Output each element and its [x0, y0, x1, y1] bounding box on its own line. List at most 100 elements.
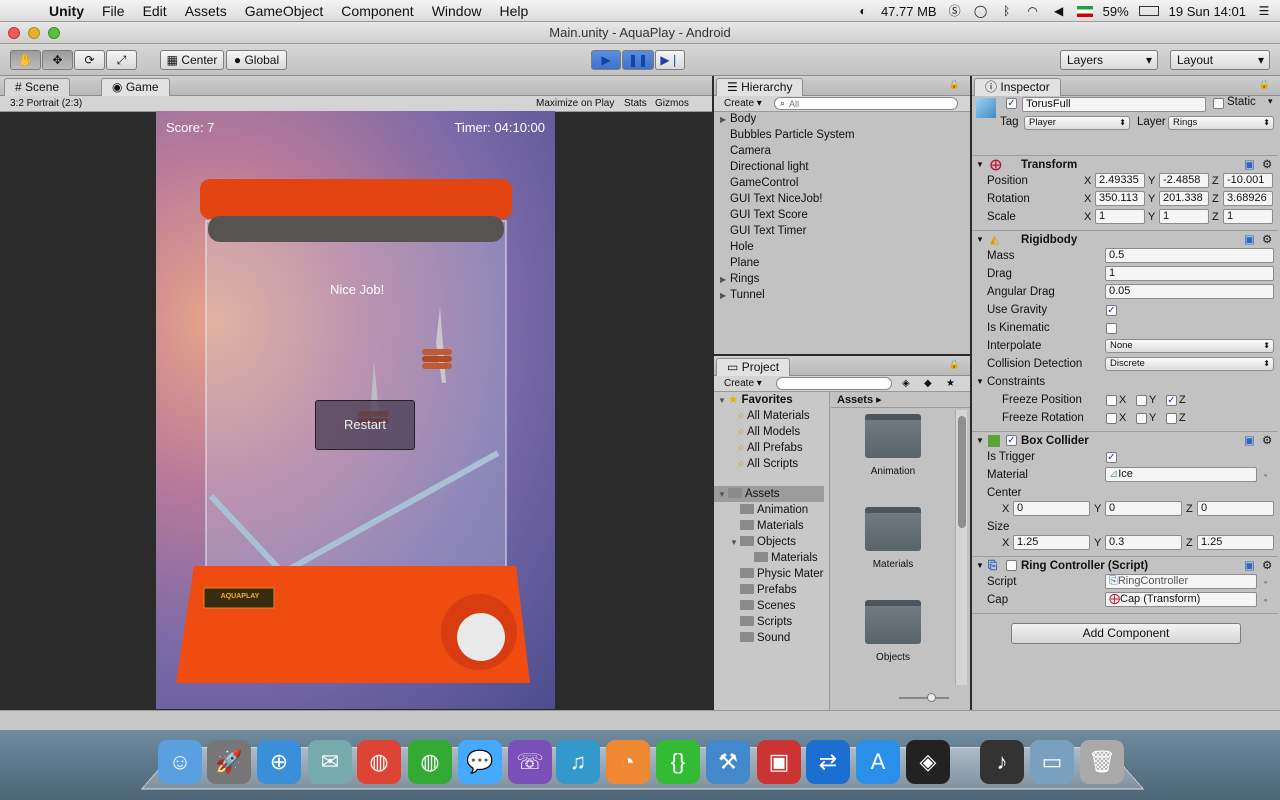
asset-grid-item[interactable]: Animation — [853, 414, 933, 477]
game-view[interactable]: Score: 7 Timer: 04:10:00 Nice Job! Resta… — [156, 111, 555, 709]
menu-help[interactable]: Help — [490, 3, 537, 19]
launchpad-icon[interactable]: 🚀 — [207, 740, 251, 784]
center-z-field[interactable]: 0 — [1197, 501, 1274, 516]
project-search-input[interactable] — [776, 377, 892, 390]
position-y-field[interactable]: -2.4858 — [1159, 173, 1209, 188]
expand-icon[interactable]: ▼ — [730, 535, 740, 551]
asset-folder[interactable]: Scenes — [718, 598, 824, 614]
hierarchy-item[interactable]: ▶ Tunnel — [720, 287, 855, 303]
project-breadcrumb[interactable]: Assets ▸ — [831, 392, 970, 408]
chrome-icon[interactable]: ◍ — [357, 740, 401, 784]
asset-folder[interactable]: Physic Mater — [718, 566, 824, 582]
hierarchy-search-input[interactable] — [774, 97, 958, 110]
favorites-header[interactable]: ▼ ★ Favorites — [718, 392, 824, 408]
hierarchy-item[interactable]: GUI Text NiceJob! — [720, 191, 855, 207]
play-button[interactable]: ▶ — [591, 50, 621, 70]
mass-field[interactable]: 0.5 — [1105, 248, 1274, 263]
tab-scene[interactable]: # Scene — [4, 78, 71, 96]
menu-window[interactable]: Window — [423, 3, 491, 19]
cap-field[interactable]: ⨁Cap (Transform) — [1105, 592, 1257, 607]
asset-folder[interactable]: Materials — [718, 518, 824, 534]
finder-icon[interactable]: ☺ — [158, 740, 202, 784]
lock-icon[interactable]: 🔒 — [1259, 79, 1270, 90]
static-dropdown-icon[interactable]: ▾ — [1268, 96, 1273, 107]
close-icon[interactable] — [8, 27, 20, 39]
step-button[interactable]: ▶❘ — [655, 50, 685, 70]
expand-icon[interactable]: ▶ — [720, 112, 730, 128]
xcode-icon[interactable]: ⚒ — [706, 740, 750, 784]
pause-button[interactable]: ❚❚ — [622, 50, 654, 70]
zoom-icon[interactable] — [48, 27, 60, 39]
is-kinematic-checkbox[interactable] — [1106, 323, 1117, 334]
expand-icon[interactable]: ▶ — [720, 288, 730, 304]
favorite-item[interactable]: ⌕ All Prefabs — [718, 440, 824, 456]
hierarchy-item[interactable]: ▶ Rings — [720, 271, 855, 287]
freeze-position-z[interactable]: ✓ — [1166, 395, 1177, 406]
assets-root[interactable]: ▼ Assets — [714, 486, 824, 502]
lock-icon[interactable]: 🔒 — [949, 359, 960, 370]
battery-icon[interactable] — [1138, 6, 1159, 16]
asset-folder[interactable]: Prefabs — [718, 582, 824, 598]
menu-gameobject[interactable]: GameObject — [236, 3, 333, 19]
size-x-field[interactable]: 1.25 — [1013, 535, 1090, 550]
picasa-icon[interactable]: ◔ — [606, 740, 650, 784]
box-collider-header[interactable]: ▼ ✓ Box Collider ▣ ⚙ — [972, 431, 1278, 449]
pivot-center-button[interactable]: ▦ Center — [160, 50, 224, 70]
downloads-folder-icon[interactable]: ▭ — [1030, 740, 1074, 784]
freeze-position-x[interactable] — [1106, 395, 1117, 406]
position-z-field[interactable]: -10.001 — [1223, 173, 1273, 188]
lock-icon[interactable]: 🔒 — [949, 79, 960, 90]
menu-assets[interactable]: Assets — [176, 3, 236, 19]
volume-icon[interactable]: ◀ — [1051, 4, 1067, 18]
layers-dropdown[interactable]: Layers ▾ — [1060, 50, 1158, 70]
box-collider-enabled-checkbox[interactable]: ✓ — [1006, 435, 1017, 446]
move-tool-button[interactable]: ✥ — [42, 50, 73, 70]
remote-desktop-icon[interactable]: ▣ — [757, 740, 801, 784]
tag-dropdown[interactable]: Player — [1024, 116, 1130, 130]
hierarchy-create-button[interactable]: Create ▾ — [724, 96, 762, 111]
constraints-row[interactable]: ▼ Constraints — [972, 373, 1278, 391]
chat-icon[interactable]: ◯ — [973, 4, 989, 18]
collision-detection-dropdown[interactable]: Discrete — [1105, 357, 1274, 371]
wifi-icon[interactable]: ◠ — [1025, 4, 1041, 18]
hierarchy-item[interactable]: Bubbles Particle System — [720, 127, 855, 143]
menu-edit[interactable]: Edit — [134, 3, 176, 19]
object-picker-icon[interactable]: ◦ — [1264, 573, 1267, 591]
asset-folder[interactable]: Animation — [718, 502, 824, 518]
safari-icon[interactable]: ⊕ — [257, 740, 301, 784]
object-name-field[interactable]: TorusFull — [1022, 97, 1206, 112]
asset-folder[interactable]: Sound — [718, 630, 824, 646]
add-component-button[interactable]: Add Component — [1011, 623, 1241, 644]
skype-icon[interactable]: Ⓢ — [947, 4, 963, 18]
freeze-position-y[interactable] — [1136, 395, 1147, 406]
maximize-on-play-button[interactable]: Maximize on Play — [536, 96, 614, 111]
size-y-field[interactable]: 0.3 — [1105, 535, 1182, 550]
tab-project[interactable]: ▭ Project — [716, 358, 791, 376]
size-z-field[interactable]: 1.25 — [1197, 535, 1274, 550]
static-checkbox[interactable] — [1213, 98, 1224, 109]
center-y-field[interactable]: 0 — [1105, 501, 1182, 516]
tab-game[interactable]: ◉ Game — [101, 78, 170, 96]
is-trigger-checkbox[interactable]: ✓ — [1106, 452, 1117, 463]
rotate-tool-button[interactable]: ⟳ — [74, 50, 105, 70]
scale-tool-button[interactable]: ⤢ — [106, 50, 137, 70]
script-enabled-checkbox[interactable] — [1006, 560, 1017, 571]
asset-folder[interactable]: Materials — [718, 550, 824, 566]
clock[interactable]: 19 Sun 14:01 — [1169, 4, 1246, 19]
rigidbody-header[interactable]: ▼ ◭ Rigidbody ▣ ⚙ — [972, 230, 1278, 248]
list-icon[interactable]: ☰ — [1256, 4, 1272, 18]
hierarchy-item[interactable]: Camera — [720, 143, 855, 159]
favorite-item[interactable]: ⌕ All Materials — [718, 408, 824, 424]
bluetooth-icon[interactable]: ᛒ — [999, 4, 1015, 18]
tab-hierarchy[interactable]: ☰ Hierarchy — [716, 78, 804, 96]
hierarchy-item[interactable]: Hole — [720, 239, 855, 255]
center-x-field[interactable]: 0 — [1013, 501, 1090, 516]
favorite-item[interactable]: ⌕ All Scripts — [718, 456, 824, 472]
active-checkbox[interactable]: ✓ — [1006, 98, 1017, 109]
stats-button[interactable]: Stats — [624, 96, 647, 111]
hand-tool-button[interactable]: ✋ — [10, 50, 41, 70]
asset-folder[interactable]: Scripts — [718, 614, 824, 630]
teamviewer-icon[interactable]: ⇄ — [806, 740, 850, 784]
favorite-star-icon[interactable]: ★ — [946, 376, 955, 391]
hierarchy-item[interactable]: GameControl — [720, 175, 855, 191]
